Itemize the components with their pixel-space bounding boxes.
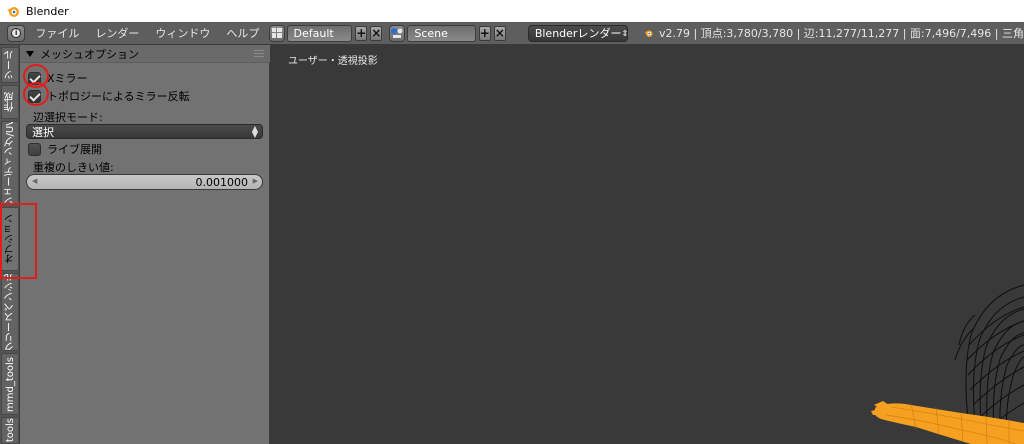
merge-threshold-field[interactable]: ◀ 0.001000 ▶	[26, 174, 263, 190]
menu-render[interactable]: レンダー	[95, 25, 139, 41]
scene-name: Scene	[414, 26, 448, 40]
tab-shading-uv-label: シェーディング/UV	[4, 121, 16, 205]
edge-select-mode-dropdown[interactable]: 選択 ▲ ▼	[26, 124, 263, 139]
blender-logo-icon	[7, 7, 19, 17]
live-unwrap-option[interactable]: ライブ展開	[28, 141, 102, 157]
scene-icon	[391, 28, 403, 38]
tab-grease-pencil[interactable]: グリースペンシル	[1, 273, 19, 351]
scene-stats: v2.79 | 頂点:3,780/3,780 | 辺:11,277/11,277…	[659, 27, 1024, 40]
window-title: Blender	[26, 4, 69, 18]
remove-scene-button[interactable]: ×	[493, 25, 506, 41]
layout-name-field[interactable]: Default	[286, 24, 353, 42]
tab-tools-addon[interactable]: tools	[1, 417, 19, 444]
collapse-triangle-icon	[26, 50, 34, 57]
tab-mmd-tools-label: mmd_tools	[4, 356, 16, 412]
tab-grease-pencil-label: グリースペンシル	[4, 273, 16, 351]
mesh-options-header[interactable]: メッシュオプション	[20, 45, 270, 63]
remove-layout-button[interactable]: ×	[370, 25, 383, 41]
viewport-scene	[871, 284, 1024, 444]
layout-grid-icon	[271, 28, 282, 38]
add-scene-button[interactable]: +	[478, 25, 491, 41]
add-layout-button[interactable]: +	[355, 25, 368, 41]
menu-window[interactable]: ウィンドウ	[155, 25, 210, 41]
window-title-bar: Blender	[0, 0, 1024, 22]
live-unwrap-checkbox[interactable]	[28, 142, 41, 156]
tab-tools-label: ツール	[4, 50, 16, 80]
editor-type-button[interactable]: i	[7, 24, 26, 42]
layout-name: Default	[293, 26, 334, 40]
info-icon: i	[11, 28, 22, 38]
blender-logo-icon	[644, 30, 653, 37]
scene-name-field[interactable]: Scene	[407, 24, 476, 42]
scene-selector-button[interactable]	[389, 24, 406, 42]
selected-arm-mesh	[871, 401, 1024, 444]
menu-help[interactable]: ヘルプ	[226, 25, 259, 41]
annotation-box-options-tab	[0, 203, 37, 279]
screen-layout-button[interactable]	[269, 24, 285, 42]
increment-arrow-icon[interactable]: ▶	[253, 177, 258, 185]
info-header: i ファイル レンダー ウィンドウ ヘルプ Default + × Scene …	[0, 22, 1024, 45]
tab-create[interactable]: 作成	[1, 85, 19, 119]
tab-create-label: 作成	[4, 92, 16, 112]
decrement-arrow-icon[interactable]: ◀	[32, 177, 37, 185]
annotation-circle-topology-mirror	[23, 82, 49, 106]
topology-mirror-option[interactable]: トポロジーによるミラー反転	[28, 88, 190, 104]
render-engine-label: Blenderレンダー	[534, 27, 622, 40]
mesh-options-title: メッシュオプション	[40, 47, 139, 61]
merge-threshold-label: 重複のしきい値:	[33, 161, 114, 174]
3d-viewport[interactable]: ユーザー・透視投影	[271, 45, 1024, 444]
tool-shelf-panel: メッシュオプション Xミラー トポロジーによるミラー反転 辺選択モード: 選択 …	[20, 45, 270, 444]
tab-mmd-tools[interactable]: mmd_tools	[1, 353, 19, 415]
dropdown-arrows-icon: ▲ ▼	[251, 124, 258, 139]
tab-tools-addon-label: tools	[4, 418, 16, 443]
menu-file[interactable]: ファイル	[35, 25, 79, 41]
x-mirror-label: Xミラー	[47, 72, 88, 85]
drag-grip-icon[interactable]	[254, 50, 264, 58]
tab-shading-uv[interactable]: シェーディング/UV	[1, 121, 19, 205]
edge-select-mode-value: 選択	[32, 125, 54, 139]
live-unwrap-label: ライブ展開	[47, 143, 102, 156]
merge-threshold-value: 0.001000	[195, 175, 249, 189]
render-engine-dropdown[interactable]: Blenderレンダー ⇕	[527, 24, 629, 42]
tab-tools[interactable]: ツール	[1, 47, 19, 83]
topology-mirror-label: トポロジーによるミラー反転	[47, 90, 190, 103]
dropdown-arrows-icon: ⇕	[621, 28, 629, 38]
